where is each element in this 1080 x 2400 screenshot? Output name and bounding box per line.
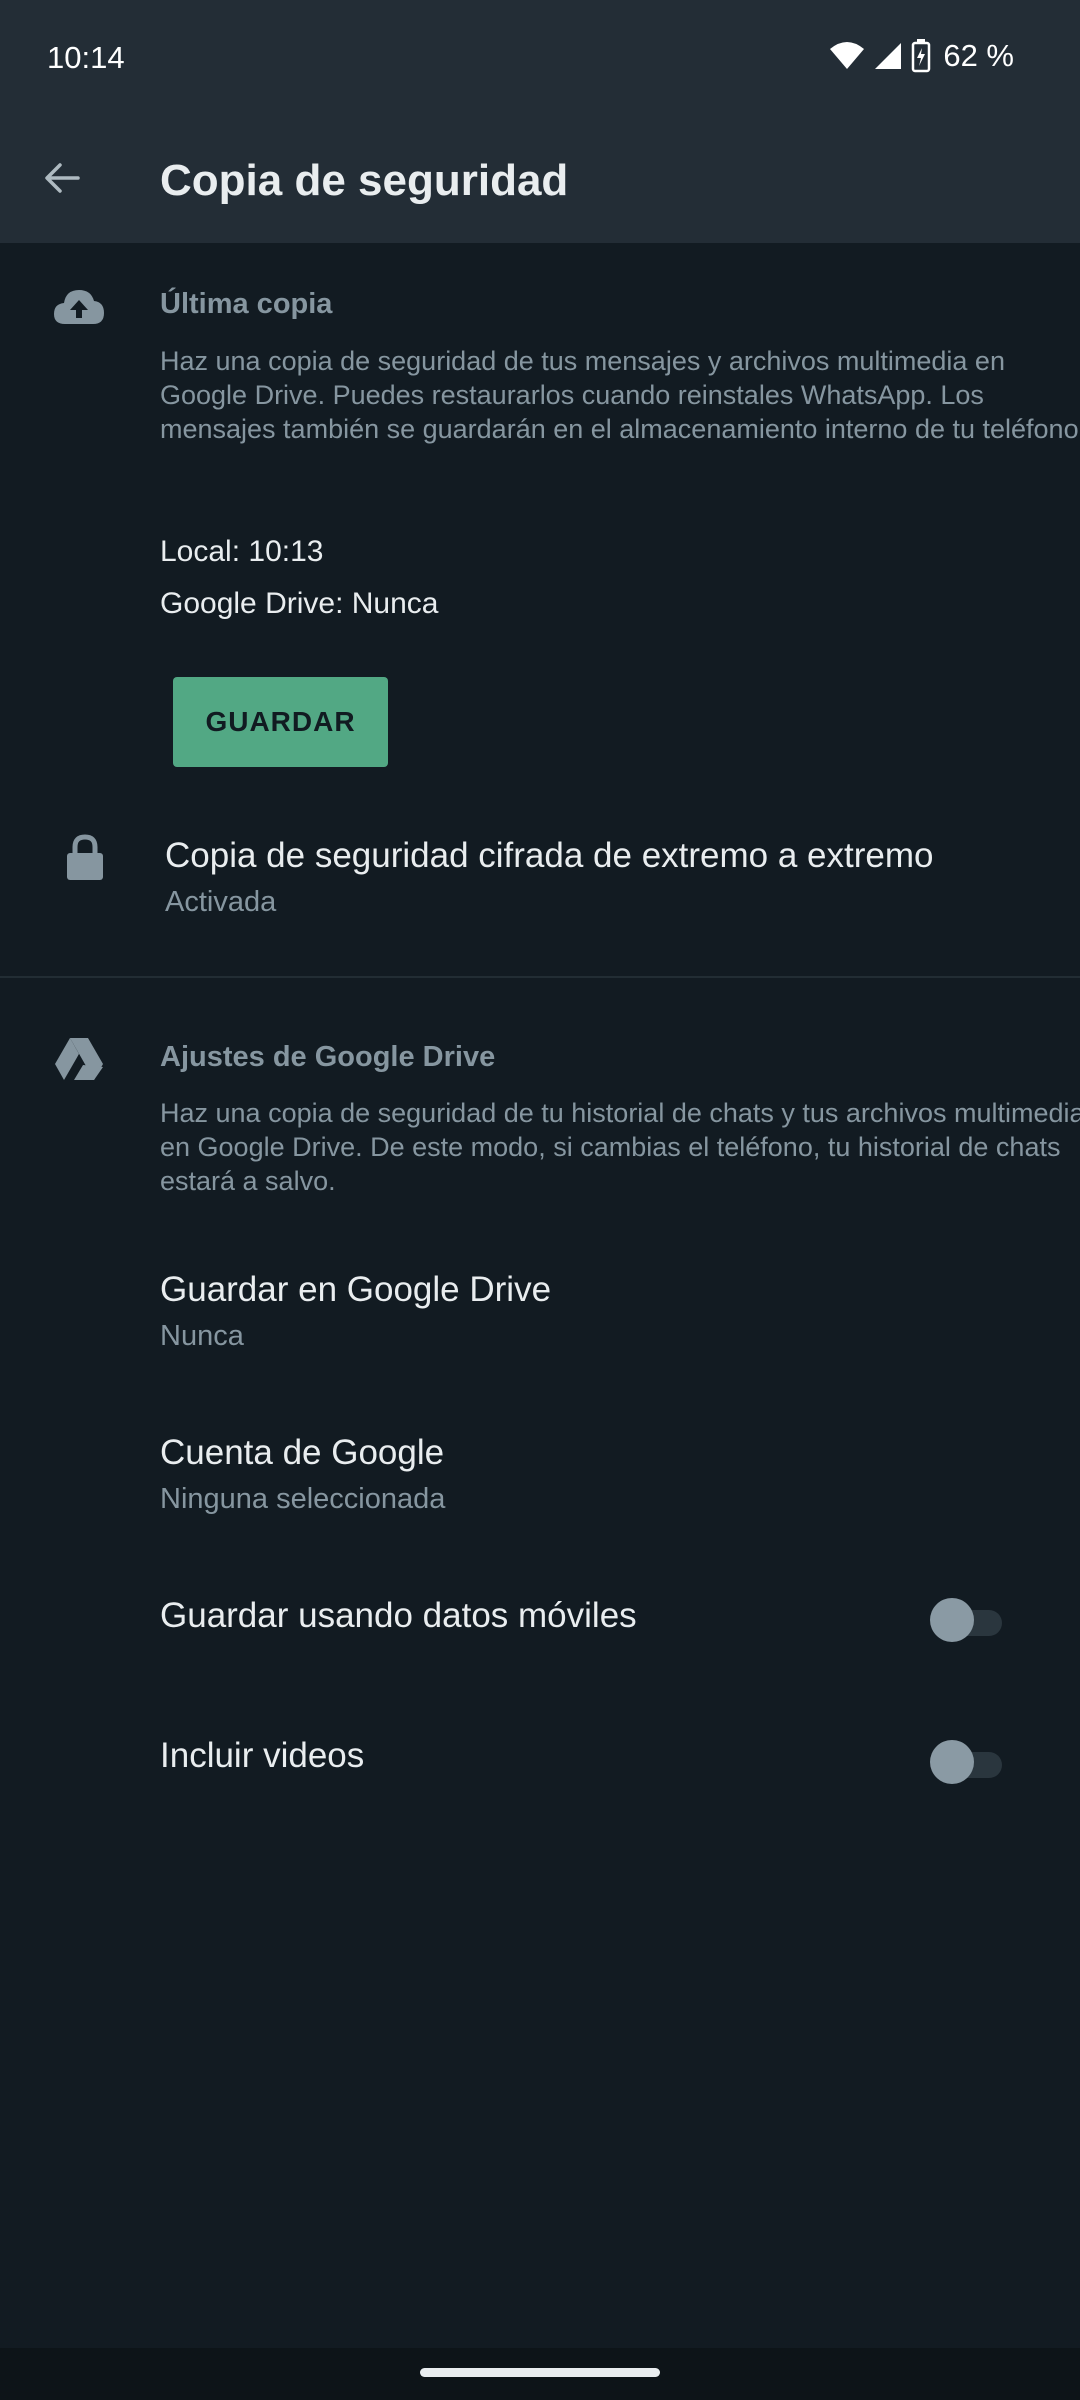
lock-icon (67, 834, 103, 880)
mobile-data-toggle[interactable] (930, 1598, 1002, 1642)
signal-icon (875, 43, 902, 69)
arrow-left-icon (45, 163, 80, 193)
save-button[interactable]: GUARDAR (173, 677, 388, 767)
battery-icon (912, 39, 931, 73)
back-button[interactable] (34, 150, 90, 206)
toggle-thumb (930, 1598, 974, 1642)
encrypted-backup-status: Activada (165, 886, 277, 918)
mobile-data-row[interactable]: Guardar usando datos móviles (0, 1570, 1080, 1670)
encrypted-backup-title: Copia de seguridad cifrada de extremo a … (165, 836, 934, 875)
last-backup-description: Haz una copia de seguridad de tus mensaj… (160, 346, 1080, 444)
home-gesture-handle[interactable] (420, 2368, 660, 2377)
app-bar: Copia de seguridad (0, 120, 1080, 243)
cloud-upload-icon (54, 290, 104, 324)
save-to-drive-row[interactable]: Guardar en Google Drive Nunca (0, 1250, 1080, 1370)
google-account-title: Cuenta de Google (160, 1433, 445, 1472)
include-videos-toggle[interactable] (930, 1740, 1002, 1784)
status-time: 10:14 (47, 40, 125, 75)
encrypted-backup-row[interactable]: Copia de seguridad cifrada de extremo a … (0, 810, 1080, 930)
page-title: Copia de seguridad (160, 156, 569, 205)
local-backup-time: Local: 10:13 (160, 535, 324, 568)
save-to-drive-title: Guardar en Google Drive (160, 1270, 552, 1309)
include-videos-row[interactable]: Incluir videos (0, 1710, 1080, 1810)
drive-backup-time: Google Drive: Nunca (160, 587, 439, 620)
include-videos-label: Incluir videos (160, 1736, 365, 1775)
status-bar: 10:14 62 % (0, 0, 1080, 120)
mobile-data-label: Guardar usando datos móviles (160, 1596, 637, 1635)
toggle-thumb (930, 1740, 974, 1784)
google-account-value: Ninguna seleccionada (160, 1483, 446, 1515)
google-account-row[interactable]: Cuenta de Google Ninguna seleccionada (0, 1413, 1080, 1533)
last-backup-heading: Última copia (160, 288, 333, 320)
drive-settings-heading: Ajustes de Google Drive (160, 1041, 496, 1073)
drive-settings-description: Haz una copia de seguridad de tu histori… (160, 1098, 1080, 1196)
status-icons: 62 % (829, 38, 1014, 74)
battery-percent: 62 % (943, 38, 1014, 73)
save-to-drive-value: Nunca (160, 1320, 244, 1352)
section-divider (0, 976, 1080, 978)
google-drive-icon (55, 1038, 103, 1080)
wifi-icon (830, 42, 865, 69)
